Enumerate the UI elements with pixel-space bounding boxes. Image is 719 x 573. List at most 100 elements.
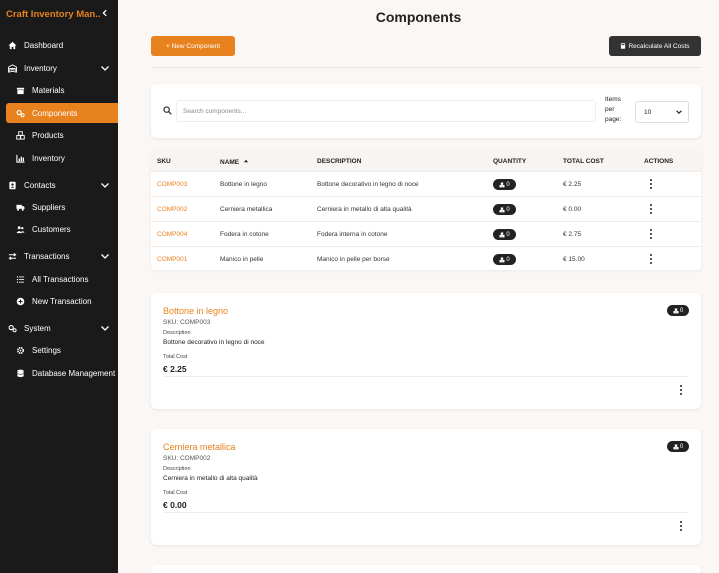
chart-icon bbox=[14, 153, 26, 163]
sidebar-item-label: New Transaction bbox=[32, 296, 92, 306]
sidebar-group-inventory[interactable]: Inventory bbox=[0, 58, 118, 78]
row-actions-menu-icon[interactable] bbox=[648, 228, 654, 240]
row-total-cost: € 2.25 bbox=[563, 181, 582, 188]
card-title[interactable]: Bottone in legno bbox=[163, 306, 228, 316]
column-header-total-cost[interactable]: TOTAL COST bbox=[563, 158, 604, 165]
sidebar-item-label: Dashboard bbox=[24, 40, 64, 50]
component-card[interactable]: Bottone in legno SKU: COMP003 Descriptio… bbox=[151, 293, 701, 409]
card-sku: SKU: COMP003 bbox=[163, 319, 211, 326]
column-header-name-label: NAME bbox=[220, 159, 240, 166]
card-actions-menu-icon[interactable] bbox=[678, 520, 684, 532]
row-total-cost: € 0.00 bbox=[563, 206, 582, 213]
sidebar-item-label: Products bbox=[32, 130, 64, 140]
sidebar-collapse-icon[interactable] bbox=[100, 9, 110, 20]
row-sku[interactable]: COMP003 bbox=[157, 181, 187, 188]
row-sku[interactable]: COMP004 bbox=[157, 231, 187, 238]
sidebar-item-label: Customers bbox=[32, 224, 71, 234]
sidebar-item-materials[interactable]: Materials bbox=[6, 80, 118, 100]
sidebar-item-label: Database Management bbox=[32, 368, 116, 378]
table-row[interactable]: COMP004 Fodera in cotone Fodera interna … bbox=[151, 222, 701, 247]
table-row[interactable]: COMP003 Bottone in legno Bottone decorat… bbox=[151, 172, 701, 197]
items-per-page-select[interactable]: 10 bbox=[635, 101, 689, 123]
sidebar-item-database-management[interactable]: Database Management bbox=[6, 363, 118, 383]
sidebar-item-dashboard[interactable]: Dashboard bbox=[0, 35, 118, 55]
column-header-quantity[interactable]: QUANTITY bbox=[493, 158, 526, 165]
sidebar-item-components[interactable]: Components bbox=[6, 103, 118, 123]
component-card[interactable]: Cerniera metallica SKU: COMP002 Descript… bbox=[151, 429, 701, 545]
sidebar-group-transactions[interactable]: Transactions bbox=[0, 246, 118, 266]
table-row[interactable]: COMP002 Cerniera metallica Cerniera in m… bbox=[151, 197, 701, 222]
cogs-icon bbox=[6, 323, 18, 333]
row-sku[interactable]: COMP002 bbox=[157, 206, 187, 213]
cubes-icon bbox=[499, 181, 505, 187]
sidebar-group-system[interactable]: System bbox=[0, 318, 118, 338]
cogs-icon bbox=[14, 108, 26, 118]
row-actions-menu-icon[interactable] bbox=[648, 253, 654, 265]
card-cost-label: Total Cost bbox=[163, 354, 188, 360]
card-cost: € 0.00 bbox=[163, 500, 187, 510]
cubes-icon bbox=[499, 256, 505, 262]
row-actions-menu-icon[interactable] bbox=[648, 178, 654, 190]
app-title: Craft Inventory Man... bbox=[6, 8, 101, 20]
list-icon bbox=[14, 274, 26, 284]
cubes-icon bbox=[673, 443, 679, 449]
quantity-badge: 0 bbox=[493, 179, 516, 190]
sidebar-item-new-transaction[interactable]: New Transaction bbox=[6, 291, 118, 311]
recalculate-label: Recalculate All Costs bbox=[628, 42, 690, 50]
main-content: Components + New Component Recalculate A… bbox=[118, 0, 719, 573]
cubes-icon bbox=[499, 206, 505, 212]
card-cost-label: Total Cost bbox=[163, 490, 188, 496]
new-component-button[interactable]: + New Component bbox=[151, 36, 235, 56]
divider bbox=[163, 512, 689, 513]
row-name: Manico in pelle bbox=[220, 256, 264, 263]
chevron-down-icon bbox=[101, 254, 109, 259]
recalculate-costs-button[interactable]: Recalculate All Costs bbox=[609, 36, 701, 56]
quantity-value: 0 bbox=[506, 231, 510, 238]
cubes-icon bbox=[673, 307, 679, 313]
sidebar-item-suppliers[interactable]: Suppliers bbox=[6, 197, 118, 217]
row-total-cost: € 15.00 bbox=[563, 256, 585, 263]
sidebar-item-all-transactions[interactable]: All Transactions bbox=[6, 269, 118, 289]
exchange-icon bbox=[6, 251, 18, 261]
quantity-value: 0 bbox=[679, 443, 684, 450]
column-header-description[interactable]: DESCRIPTION bbox=[317, 158, 361, 165]
sidebar-header: Craft Inventory Man... bbox=[0, 0, 118, 28]
quantity-badge: 0 bbox=[493, 254, 516, 265]
quantity-value: 0 bbox=[506, 181, 510, 188]
search-icon bbox=[163, 106, 172, 115]
calculator-icon bbox=[621, 43, 626, 49]
divider bbox=[151, 67, 701, 68]
box-icon bbox=[14, 85, 26, 95]
component-card[interactable] bbox=[151, 565, 701, 573]
sidebar-item-products[interactable]: Products bbox=[6, 125, 118, 145]
truck-icon bbox=[14, 202, 26, 212]
chevron-down-icon bbox=[101, 66, 109, 71]
divider bbox=[163, 376, 689, 377]
quantity-value: 0 bbox=[679, 307, 684, 314]
sidebar-item-customers[interactable]: Customers bbox=[6, 219, 118, 239]
row-sku[interactable]: COMP001 bbox=[157, 256, 187, 263]
sidebar-item-inventory[interactable]: Inventory bbox=[6, 148, 118, 168]
table-row[interactable]: COMP001 Manico in pelle Manico in pelle … bbox=[151, 247, 701, 272]
column-header-sku[interactable]: SKU bbox=[157, 158, 171, 165]
row-description: Cerniera in metallo di alta qualità bbox=[317, 206, 412, 213]
quantity-badge: 0 bbox=[493, 204, 516, 215]
card-title[interactable]: Cerniera metallica bbox=[163, 442, 236, 452]
card-cost: € 2.25 bbox=[163, 364, 187, 374]
table-header: SKU NAME DESCRIPTION QUANTITY TOTAL COST… bbox=[151, 151, 701, 172]
quantity-value: 0 bbox=[506, 206, 510, 213]
sidebar-item-label: Inventory bbox=[32, 153, 65, 163]
card-description-label: Description bbox=[163, 330, 191, 336]
address-book-icon bbox=[6, 180, 18, 190]
sidebar-group-contacts[interactable]: Contacts bbox=[0, 175, 118, 195]
sidebar-item-settings[interactable]: Settings bbox=[6, 340, 118, 360]
chevron-down-icon bbox=[676, 110, 682, 114]
search-input[interactable] bbox=[176, 100, 596, 122]
row-name: Cerniera metallica bbox=[220, 206, 273, 213]
row-name: Fodera in cotone bbox=[220, 231, 269, 238]
row-description: Fodera interna in cotone bbox=[317, 231, 388, 238]
column-header-name[interactable]: NAME bbox=[220, 158, 249, 166]
card-actions-menu-icon[interactable] bbox=[678, 384, 684, 396]
card-sku: SKU: COMP002 bbox=[163, 455, 211, 462]
row-actions-menu-icon[interactable] bbox=[648, 203, 654, 215]
